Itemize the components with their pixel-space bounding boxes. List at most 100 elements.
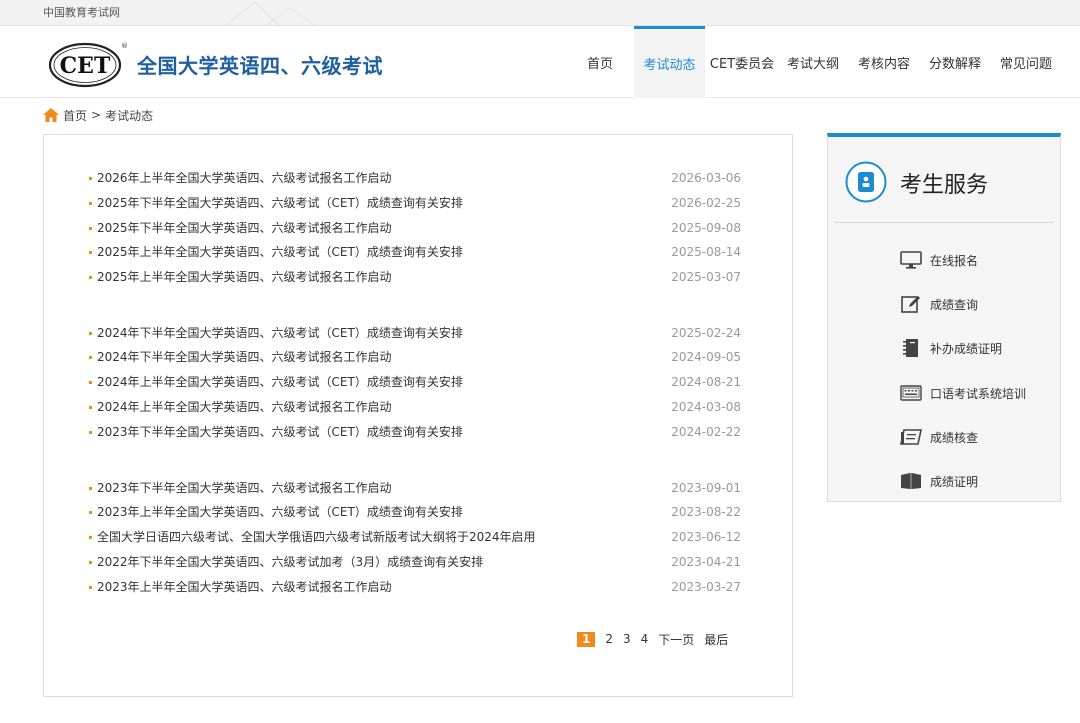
neea-site-link[interactable]: 中国教育考试网 (43, 4, 120, 20)
bullet (89, 227, 92, 230)
breadcrumb-current: 考试动态 (105, 108, 154, 123)
nav-exam-news[interactable]: 考试动态 (634, 26, 705, 98)
contact-book-icon (845, 161, 887, 203)
news-date: 2023-04-21 (671, 555, 741, 569)
bullet (89, 177, 92, 180)
bullet (89, 487, 92, 490)
news-title[interactable]: 2024年下半年全国大学英语四、六级考试（CET）成绩查询有关安排 (97, 323, 463, 343)
news-title[interactable]: 2026年上半年全国大学英语四、六级考试报名工作启动 (97, 168, 392, 188)
bullet (89, 332, 92, 335)
nav-faq[interactable]: 常见问题 (994, 26, 1058, 98)
news-date: 2023-08-22 (671, 505, 741, 519)
next-page-link[interactable]: 下一页 (658, 631, 694, 648)
news-title[interactable]: 2023年上半年全国大学英语四、六级考试（CET）成绩查询有关安排 (97, 502, 463, 522)
news-date: 2023-06-12 (671, 530, 741, 544)
news-title[interactable]: 2022年下半年全国大学英语四、六级考试加考（3月）成绩查询有关安排 (97, 552, 483, 572)
site-title: 全国大学英语四、六级考试 (137, 54, 383, 78)
news-title[interactable]: 2024年上半年全国大学英语四、六级考试（CET）成绩查询有关安排 (97, 372, 463, 392)
site-header: CET ® 全国大学英语四、六级考试 首页 考试动态 CET委员会 考试大纲 考… (0, 26, 1080, 98)
nav-cet-committee[interactable]: CET委员会 (707, 26, 777, 98)
page-3-link[interactable]: 3 (623, 632, 631, 646)
service-score-query[interactable]: 成绩查询 (900, 292, 1050, 316)
registered-mark: ® (121, 42, 127, 50)
nav-syllabus[interactable]: 考试大纲 (781, 26, 845, 98)
service-item-label: 成绩核查 (930, 430, 979, 445)
service-oral-exam-training[interactable]: 口语考试系统培训 (900, 381, 1050, 405)
news-title[interactable]: 2023年下半年全国大学英语四、六级考试报名工作启动 (97, 478, 392, 498)
news-title[interactable]: 2024年上半年全国大学英语四、六级考试报名工作启动 (97, 397, 392, 417)
bullet (89, 202, 92, 205)
news-item: 2025年下半年全国大学英语四、六级考试（CET）成绩查询有关安排 2026-0… (89, 193, 741, 213)
news-date: 2026-03-06 (671, 171, 741, 185)
news-title[interactable]: 2025年上半年全国大学英语四、六级考试报名工作启动 (97, 267, 392, 287)
service-item-label: 成绩查询 (930, 297, 979, 312)
news-date: 2024-02-22 (671, 425, 741, 439)
logo-text: CET (60, 53, 111, 79)
service-item-label: 补办成绩证明 (930, 341, 1003, 356)
bullet (89, 536, 92, 539)
news-item: 2025年下半年全国大学英语四、六级考试报名工作启动 2025-09-08 (89, 218, 741, 238)
news-title[interactable]: 2025年上半年全国大学英语四、六级考试（CET）成绩查询有关安排 (97, 242, 463, 262)
nav-score-explanation[interactable]: 分数解释 (922, 26, 988, 98)
breadcrumb-home[interactable]: 首页 (63, 107, 87, 124)
nav-home[interactable]: 首页 (577, 26, 623, 98)
keyboard-icon (900, 383, 922, 403)
monitor-icon (900, 250, 922, 270)
news-date: 2024-08-21 (671, 375, 741, 389)
service-item-label: 口语考试系统培训 (930, 386, 1027, 401)
breadcrumb-separator: > (91, 108, 102, 122)
check-pen-icon (900, 427, 922, 447)
service-score-review[interactable]: 成绩核查 (900, 425, 1050, 449)
last-page-link[interactable]: 最后 (704, 631, 728, 648)
service-title: 考生服务 (900, 173, 989, 198)
news-item: 2024年下半年全国大学英语四、六级考试（CET）成绩查询有关安排 2025-0… (89, 323, 741, 343)
news-title[interactable]: 2025年下半年全国大学英语四、六级考试报名工作启动 (97, 218, 392, 238)
nav-assessment[interactable]: 考核内容 (851, 26, 917, 98)
news-item: 2023年下半年全国大学英语四、六级考试（CET）成绩查询有关安排 2024-0… (89, 422, 741, 442)
bullet (89, 431, 92, 434)
news-title[interactable]: 2023年下半年全国大学英语四、六级考试（CET）成绩查询有关安排 (97, 422, 463, 442)
bullet (89, 586, 92, 589)
service-header: 考生服务 (828, 137, 1060, 223)
bullet (89, 251, 92, 254)
news-date: 2025-08-14 (671, 245, 741, 259)
news-date: 2023-03-27 (671, 580, 741, 594)
news-item: 2025年上半年全国大学英语四、六级考试（CET）成绩查询有关安排 2025-0… (89, 242, 741, 262)
service-score-certificate[interactable]: 成绩证明 (900, 469, 1050, 493)
news-date: 2025-03-07 (671, 270, 741, 284)
news-date: 2023-09-01 (671, 481, 741, 495)
news-item: 2026年上半年全国大学英语四、六级考试报名工作启动 2026-03-06 (89, 168, 741, 188)
news-title[interactable]: 2023年上半年全国大学英语四、六级考试报名工作启动 (97, 577, 392, 597)
service-online-registration[interactable]: 在线报名 (900, 248, 1050, 272)
page-4-link[interactable]: 4 (641, 632, 649, 646)
notebook-icon (900, 338, 922, 358)
candidate-service-panel: 考生服务 在线报名 成绩查询 补办成绩证明 口语考试系统培训 成绩核查 成绩证明 (827, 133, 1061, 502)
bullet (89, 511, 92, 514)
divider (834, 222, 1054, 223)
page-1-current[interactable]: 1 (577, 631, 596, 647)
book-icon (900, 471, 922, 491)
news-date: 2025-02-24 (671, 326, 741, 340)
bullet (89, 561, 92, 564)
page-2-link[interactable]: 2 (605, 632, 613, 646)
news-title[interactable]: 2024年下半年全国大学英语四、六级考试报名工作启动 (97, 347, 392, 367)
bullet (89, 276, 92, 279)
news-date: 2024-09-05 (671, 350, 741, 364)
service-item-label: 在线报名 (930, 253, 979, 268)
news-item: 全国大学日语四六级考试、全国大学俄语四六级考试新版考试大纲将于2024年启用 2… (89, 527, 741, 547)
home-icon (43, 108, 59, 122)
news-title[interactable]: 2025年下半年全国大学英语四、六级考试（CET）成绩查询有关安排 (97, 193, 463, 213)
breadcrumb: 首页 > 考试动态 (43, 106, 153, 124)
news-item: 2023年上半年全国大学英语四、六级考试报名工作启动 2023-03-27 (89, 577, 741, 597)
news-list: 2026年上半年全国大学英语四、六级考试报名工作启动 2026-03-06 20… (43, 134, 793, 697)
bullet (89, 381, 92, 384)
service-item-label: 成绩证明 (930, 474, 979, 489)
cet-logo[interactable]: CET ® (47, 39, 127, 89)
pagination: 1 2 3 4 下一页 最后 (577, 630, 738, 648)
news-item: 2023年下半年全国大学英语四、六级考试报名工作启动 2023-09-01 (89, 478, 741, 498)
news-title[interactable]: 全国大学日语四六级考试、全国大学俄语四六级考试新版考试大纲将于2024年启用 (97, 527, 536, 547)
news-date: 2025-09-08 (671, 221, 741, 235)
bullet (89, 356, 92, 359)
news-item: 2024年上半年全国大学英语四、六级考试（CET）成绩查询有关安排 2024-0… (89, 372, 741, 392)
service-reissue-certificate[interactable]: 补办成绩证明 (900, 336, 1050, 360)
